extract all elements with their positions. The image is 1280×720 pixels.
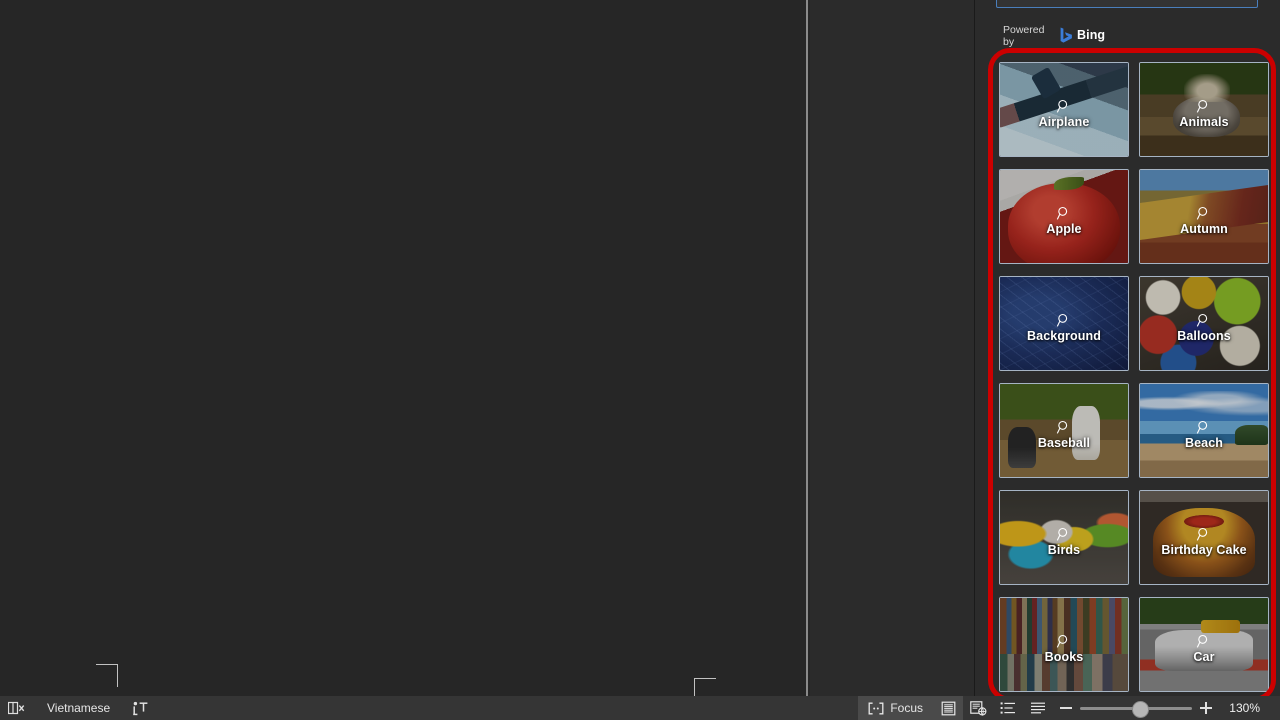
- focus-mode-icon: [868, 702, 884, 715]
- image-result-label: Apple: [1046, 222, 1082, 236]
- magnifier-icon: [1056, 99, 1072, 114]
- accessibility-checker-button[interactable]: [124, 696, 157, 720]
- image-result-tile[interactable]: Birds: [999, 490, 1129, 585]
- zoom-out-button[interactable]: [1059, 701, 1073, 715]
- image-result-tile[interactable]: Beach: [1139, 383, 1269, 478]
- powered-by-label: Powered by: [1003, 24, 1045, 48]
- outline-view-icon: [1000, 701, 1016, 715]
- image-result-tile[interactable]: Animals: [1139, 62, 1269, 157]
- image-result-label: Car: [1193, 650, 1215, 664]
- read-mode-button[interactable]: [933, 696, 963, 720]
- image-result-tile[interactable]: Background: [999, 276, 1129, 371]
- web-layout-button[interactable]: [963, 696, 993, 720]
- image-result-label: Birthday Cake: [1161, 543, 1247, 557]
- bing-logo-icon: [1060, 27, 1073, 43]
- image-results-grid: Airplane Animals Apple Autumn Background Ball…: [999, 62, 1269, 692]
- accessibility-checker-icon: [132, 701, 149, 716]
- image-result-label: Airplane: [1038, 115, 1090, 129]
- image-result-label: Animals: [1179, 115, 1229, 129]
- image-result-label: Autumn: [1180, 222, 1228, 236]
- image-result-label: Balloons: [1177, 329, 1231, 343]
- zoom-controls: 130%: [1053, 696, 1280, 720]
- image-result-label: Background: [1027, 329, 1101, 343]
- image-result-label: Baseball: [1037, 436, 1091, 450]
- image-result-label: Birds: [1047, 543, 1081, 557]
- focus-mode-button[interactable]: Focus: [858, 696, 933, 720]
- image-result-tile[interactable]: Birthday Cake: [1139, 490, 1269, 585]
- image-results-scroll-area[interactable]: Airplane Animals Apple Autumn Background Ball…: [975, 56, 1280, 696]
- status-bar: Vietnamese Focus 130%: [0, 696, 1280, 720]
- image-result-tile[interactable]: Apple: [999, 169, 1129, 264]
- read-mode-icon: [941, 701, 956, 716]
- status-bar-right-group: Focus 130%: [858, 696, 1280, 720]
- draft-view-icon: [1030, 701, 1046, 715]
- online-pictures-task-pane: Powered by Airplane Animals Apple Autumn Bac…: [975, 0, 1280, 696]
- proofing-errors-button[interactable]: [0, 696, 33, 720]
- image-result-label: Books: [1044, 650, 1084, 664]
- image-search-box[interactable]: [996, 0, 1258, 8]
- language-button[interactable]: Vietnamese: [33, 696, 124, 720]
- margin-mark-bottom-left: [96, 664, 118, 687]
- image-result-tile[interactable]: Airplane: [999, 62, 1129, 157]
- magnifier-icon: [1056, 634, 1072, 649]
- image-result-tile[interactable]: Car: [1139, 597, 1269, 692]
- language-label: Vietnamese: [47, 701, 111, 715]
- magnifier-icon: [1056, 206, 1072, 221]
- magnifier-icon: [1196, 206, 1212, 221]
- focus-mode-label: Focus: [890, 701, 923, 715]
- image-result-label: Beach: [1184, 436, 1224, 450]
- image-result-tile[interactable]: Baseball: [999, 383, 1129, 478]
- document-page[interactable]: [0, 0, 808, 701]
- word-application-window: Powered by Airplane Animals Apple Autumn Bac…: [0, 0, 1280, 720]
- bing-logo: Bing: [1060, 27, 1105, 43]
- draft-view-button[interactable]: [1023, 696, 1053, 720]
- zoom-in-button[interactable]: [1199, 701, 1213, 715]
- magnifier-icon: [1196, 99, 1212, 114]
- document-gutter: [810, 0, 975, 696]
- zoom-slider-handle[interactable]: [1132, 701, 1149, 718]
- zoom-slider[interactable]: [1080, 696, 1192, 720]
- web-layout-icon: [969, 700, 987, 716]
- status-bar-left-group: Vietnamese: [0, 696, 157, 720]
- image-result-tile[interactable]: Balloons: [1139, 276, 1269, 371]
- document-canvas[interactable]: [0, 0, 810, 701]
- magnifier-icon: [1056, 313, 1072, 328]
- proofing-errors-icon: [8, 701, 25, 716]
- zoom-out-icon: [1060, 707, 1072, 709]
- image-result-tile[interactable]: Autumn: [1139, 169, 1269, 264]
- magnifier-icon: [1196, 313, 1212, 328]
- magnifier-icon: [1056, 420, 1072, 435]
- magnifier-icon: [1056, 527, 1072, 542]
- zoom-level-label: 130%: [1229, 701, 1260, 715]
- magnifier-icon: [1196, 634, 1212, 649]
- magnifier-icon: [1196, 420, 1212, 435]
- bing-logo-text: Bing: [1077, 28, 1106, 42]
- image-result-tile[interactable]: Books: [999, 597, 1129, 692]
- outline-view-button[interactable]: [993, 696, 1023, 720]
- magnifier-icon: [1196, 527, 1212, 542]
